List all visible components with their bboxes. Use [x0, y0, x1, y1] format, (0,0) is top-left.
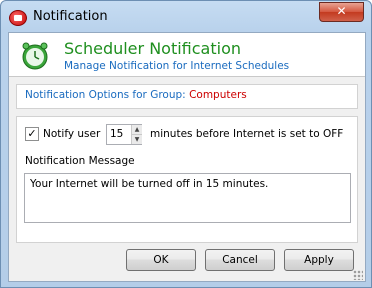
stepper-buttons: ▲ ▼ — [131, 125, 142, 144]
dialog-header: Scheduler Notification Manage Notificati… — [9, 33, 365, 76]
ok-button[interactable]: OK — [126, 249, 196, 271]
clock-icon — [22, 42, 48, 70]
close-button[interactable]: ✕ — [319, 2, 364, 22]
title-bar[interactable]: Notification ✕ — [1, 1, 371, 33]
minutes-stepper[interactable]: 15 ▲ ▼ — [106, 124, 142, 145]
resize-grip-icon[interactable] — [353, 270, 363, 280]
window-title: Notification — [33, 9, 108, 24]
group-name: Computers — [189, 89, 247, 101]
minutes-value[interactable]: 15 — [110, 128, 123, 140]
stepper-up-icon[interactable]: ▲ — [131, 125, 142, 134]
group-info-box: Notification Options for Group: Computer… — [16, 84, 358, 109]
notify-user-label[interactable]: Notify user — [43, 128, 100, 140]
group-label-text: Notification Options for Group: — [25, 89, 186, 101]
header-divider — [9, 76, 365, 77]
apply-button[interactable]: Apply — [284, 249, 354, 271]
header-title: Scheduler Notification — [64, 39, 241, 58]
group-label: Notification Options for Group: Computer… — [25, 89, 247, 101]
app-logo-icon — [9, 10, 27, 26]
notification-message-text[interactable]: Your Internet will be turned off in 15 m… — [30, 178, 268, 190]
notification-window: Notification ✕ Scheduler Notification Ma… — [0, 0, 372, 288]
notification-message-label: Notification Message — [25, 155, 135, 167]
options-panel: ✓ Notify user 15 ▲ ▼ minutes before Inte… — [16, 116, 358, 243]
header-subtitle: Manage Notification for Internet Schedul… — [64, 60, 290, 72]
cancel-button[interactable]: Cancel — [205, 249, 275, 271]
notify-user-checkbox[interactable]: ✓ — [25, 127, 39, 141]
notification-message-field[interactable]: Your Internet will be turned off in 15 m… — [24, 173, 351, 223]
dialog-body: Scheduler Notification Manage Notificati… — [8, 32, 366, 282]
minutes-label: minutes before Internet is set to OFF — [150, 128, 344, 140]
stepper-down-icon[interactable]: ▼ — [131, 134, 142, 144]
